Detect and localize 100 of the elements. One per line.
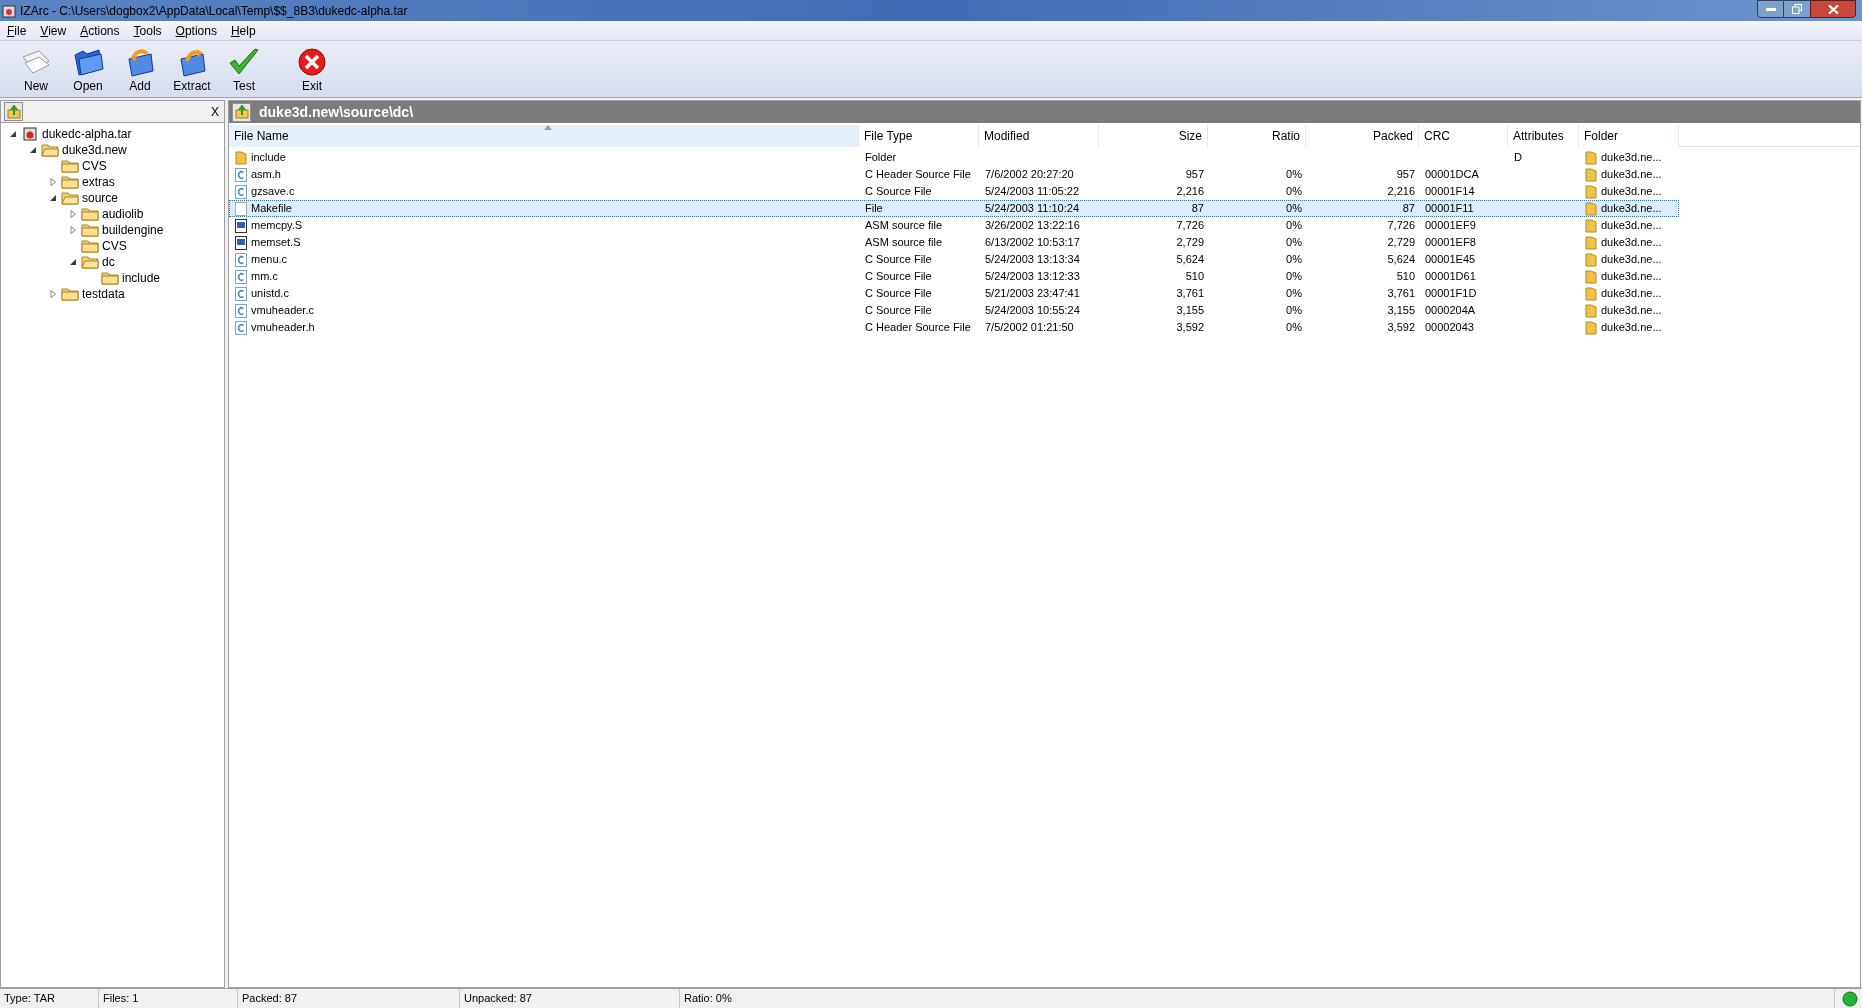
table-row[interactable]: unistd.c C Source File 5/21/2003 23:47:41 3,761 0% 3,761 00001F1D duke3d.ne... — [229, 285, 1679, 302]
table-cell-text: 0% — [1286, 252, 1302, 268]
close-button[interactable] — [1810, 0, 1856, 18]
window-file-icon — [235, 235, 247, 250]
table-cell-text: 510 — [1396, 269, 1415, 285]
menu-item[interactable]: Options — [168, 21, 224, 40]
restore-button[interactable] — [1784, 0, 1810, 18]
table-cell-text: vmuheader.c — [251, 303, 314, 319]
column-header[interactable]: Attributes — [1508, 125, 1579, 147]
table-cell-text: 3/26/2002 13:22:16 — [985, 218, 1080, 234]
tree-item[interactable]: CVS — [102, 237, 127, 255]
toolbar-button[interactable]: Extract — [166, 47, 218, 93]
folder-icon — [1585, 269, 1597, 284]
table-cell-text: memset.S — [251, 235, 301, 251]
folder-icon — [101, 271, 119, 285]
folder-icon — [1585, 235, 1597, 250]
table-cell-text: 00001F1D — [1425, 286, 1477, 302]
folder-icon — [71, 47, 105, 77]
folder-up-icon — [6, 104, 21, 119]
table-cell-text: 00001E45 — [1425, 252, 1476, 268]
column-header[interactable]: Folder — [1579, 125, 1679, 147]
table-cell-text: C Source File — [865, 303, 932, 319]
minimize-button[interactable] — [1757, 0, 1784, 18]
menu-item[interactable]: Tools — [126, 21, 169, 40]
table-cell-text: 3,592 — [1176, 320, 1204, 336]
tree-item[interactable]: include — [122, 269, 161, 287]
table-cell-text: duke3d.ne... — [1601, 218, 1662, 234]
toolbar-button[interactable]: Exit — [286, 47, 338, 93]
tree-item[interactable]: duke3d.new — [62, 141, 127, 159]
tree-item[interactable]: source — [82, 189, 119, 207]
current-path: duke3d.new\source\dc\ — [259, 102, 414, 122]
menu-item[interactable]: View — [33, 21, 74, 40]
tree-item[interactable]: testdata — [82, 285, 125, 303]
source-file-icon — [235, 303, 247, 318]
table-cell-text: 957 — [1185, 167, 1204, 183]
table-cell-text: duke3d.ne... — [1601, 320, 1662, 336]
table-cell-text: 5/24/2003 13:12:33 — [985, 269, 1080, 285]
column-header[interactable]: Modified — [979, 125, 1099, 147]
tree-item[interactable]: extras — [82, 173, 115, 191]
table-cell-text: 5,624 — [1387, 252, 1415, 268]
table-cell-text: 7,726 — [1176, 218, 1204, 234]
table-row[interactable]: memset.S ASM source file 6/13/2002 10:53:17 2,729 0% 2,729 00001EF8 duke3d.ne... — [229, 234, 1679, 251]
table-cell-text: duke3d.ne... — [1601, 269, 1662, 285]
source-file-icon — [235, 184, 247, 199]
toolbar-button[interactable]: New — [10, 47, 62, 93]
folder-icon — [81, 255, 99, 269]
column-header[interactable]: Ratio — [1208, 125, 1306, 147]
menu-item[interactable]: Actions — [73, 21, 127, 40]
table-cell-text: duke3d.ne... — [1601, 252, 1662, 268]
menu-item[interactable]: File — [0, 21, 34, 40]
toolbar-button[interactable]: Test — [218, 47, 270, 93]
table-row[interactable]: menu.c C Source File 5/24/2003 13:13:34 5,624 0% 5,624 00001E45 duke3d.ne... — [229, 251, 1679, 268]
up-folder-button[interactable] — [232, 102, 251, 122]
table-cell-text: C Source File — [865, 184, 932, 200]
table-row[interactable]: memcpy.S ASM source file 3/26/2002 13:22:16 7,726 0% 7,726 00001EF9 duke3d.ne... — [229, 217, 1679, 234]
status-light-icon — [1842, 990, 1858, 1007]
table-row[interactable]: vmuheader.c C Source File 5/24/2003 10:55:24 3,155 0% 3,155 0000204A duke3d.ne... — [229, 302, 1679, 319]
table-cell-text: duke3d.ne... — [1601, 286, 1662, 302]
status-text: Packed: 87 — [242, 991, 298, 1007]
folder-icon — [81, 223, 99, 237]
table-row[interactable]: include Folder D duke3d.ne... — [229, 149, 1679, 166]
table-cell-text: 00001EF8 — [1425, 235, 1476, 251]
table-cell-text: 00002043 — [1425, 320, 1474, 336]
table-row[interactable]: asm.h C Header Source File 7/6/2002 20:27:20 957 0% 957 00001DCA duke3d.ne... — [229, 166, 1679, 183]
column-header[interactable]: Packed — [1306, 125, 1419, 147]
table-cell-text: 7/5/2002 01:21:50 — [985, 320, 1074, 336]
table-cell-text: C Source File — [865, 286, 932, 302]
tree-item[interactable]: dc — [102, 253, 115, 271]
menu-item[interactable]: Help — [223, 21, 263, 40]
tree-item[interactable]: audiolib — [102, 205, 144, 223]
table-cell-text: 2,216 — [1387, 184, 1415, 200]
table-cell-text: duke3d.ne... — [1601, 303, 1662, 319]
folder-icon — [1585, 184, 1597, 199]
table-cell-text: 00001DCA — [1425, 167, 1479, 183]
folder-icon — [235, 150, 247, 165]
toolbar-button[interactable]: Add — [114, 47, 166, 93]
table-cell-text: C Source File — [865, 269, 932, 285]
tree-item[interactable]: CVS — [82, 157, 107, 175]
tree-item[interactable]: dukedc-alpha.tar — [42, 125, 132, 143]
source-file-icon — [235, 269, 247, 284]
table-cell-text: 3,761 — [1176, 286, 1204, 302]
table-cell-text: vmuheader.h — [251, 320, 315, 336]
up-folder-button[interactable] — [4, 102, 23, 121]
table-cell-text: 5,624 — [1176, 252, 1204, 268]
column-header[interactable]: Size — [1099, 125, 1208, 147]
column-header[interactable]: CRC — [1419, 125, 1508, 147]
table-row[interactable]: mm.c C Source File 5/24/2003 13:12:33 510 0% 510 00001D61 duke3d.ne... — [229, 268, 1679, 285]
table-cell-text: mm.c — [251, 269, 278, 285]
toolbar-button[interactable]: Open — [62, 47, 114, 93]
table-cell-text: ASM source file — [865, 235, 943, 251]
column-header[interactable]: File Name — [229, 125, 859, 147]
selected-row[interactable]: Makefile File 5/24/2003 11:10:24 87 0% 87 00001F11 duke3d.ne... — [229, 200, 1679, 217]
table-row[interactable]: gzsave.c C Source File 5/24/2003 11:05:22 2,216 0% 2,216 00001F14 duke3d.ne... — [229, 183, 1679, 200]
table-cell-text: 00001F14 — [1425, 184, 1475, 200]
column-header[interactable]: File Type — [859, 125, 979, 147]
table-cell-text: 5/24/2003 13:13:34 — [985, 252, 1080, 268]
tree-item[interactable]: buildengine — [102, 221, 164, 239]
table-cell-text: 2,216 — [1176, 184, 1204, 200]
close-pane-button[interactable]: X — [209, 102, 221, 121]
table-row[interactable]: vmuheader.h C Header Source File 7/5/2002 01:21:50 3,592 0% 3,592 00002043 duke3d.ne... — [229, 319, 1679, 336]
